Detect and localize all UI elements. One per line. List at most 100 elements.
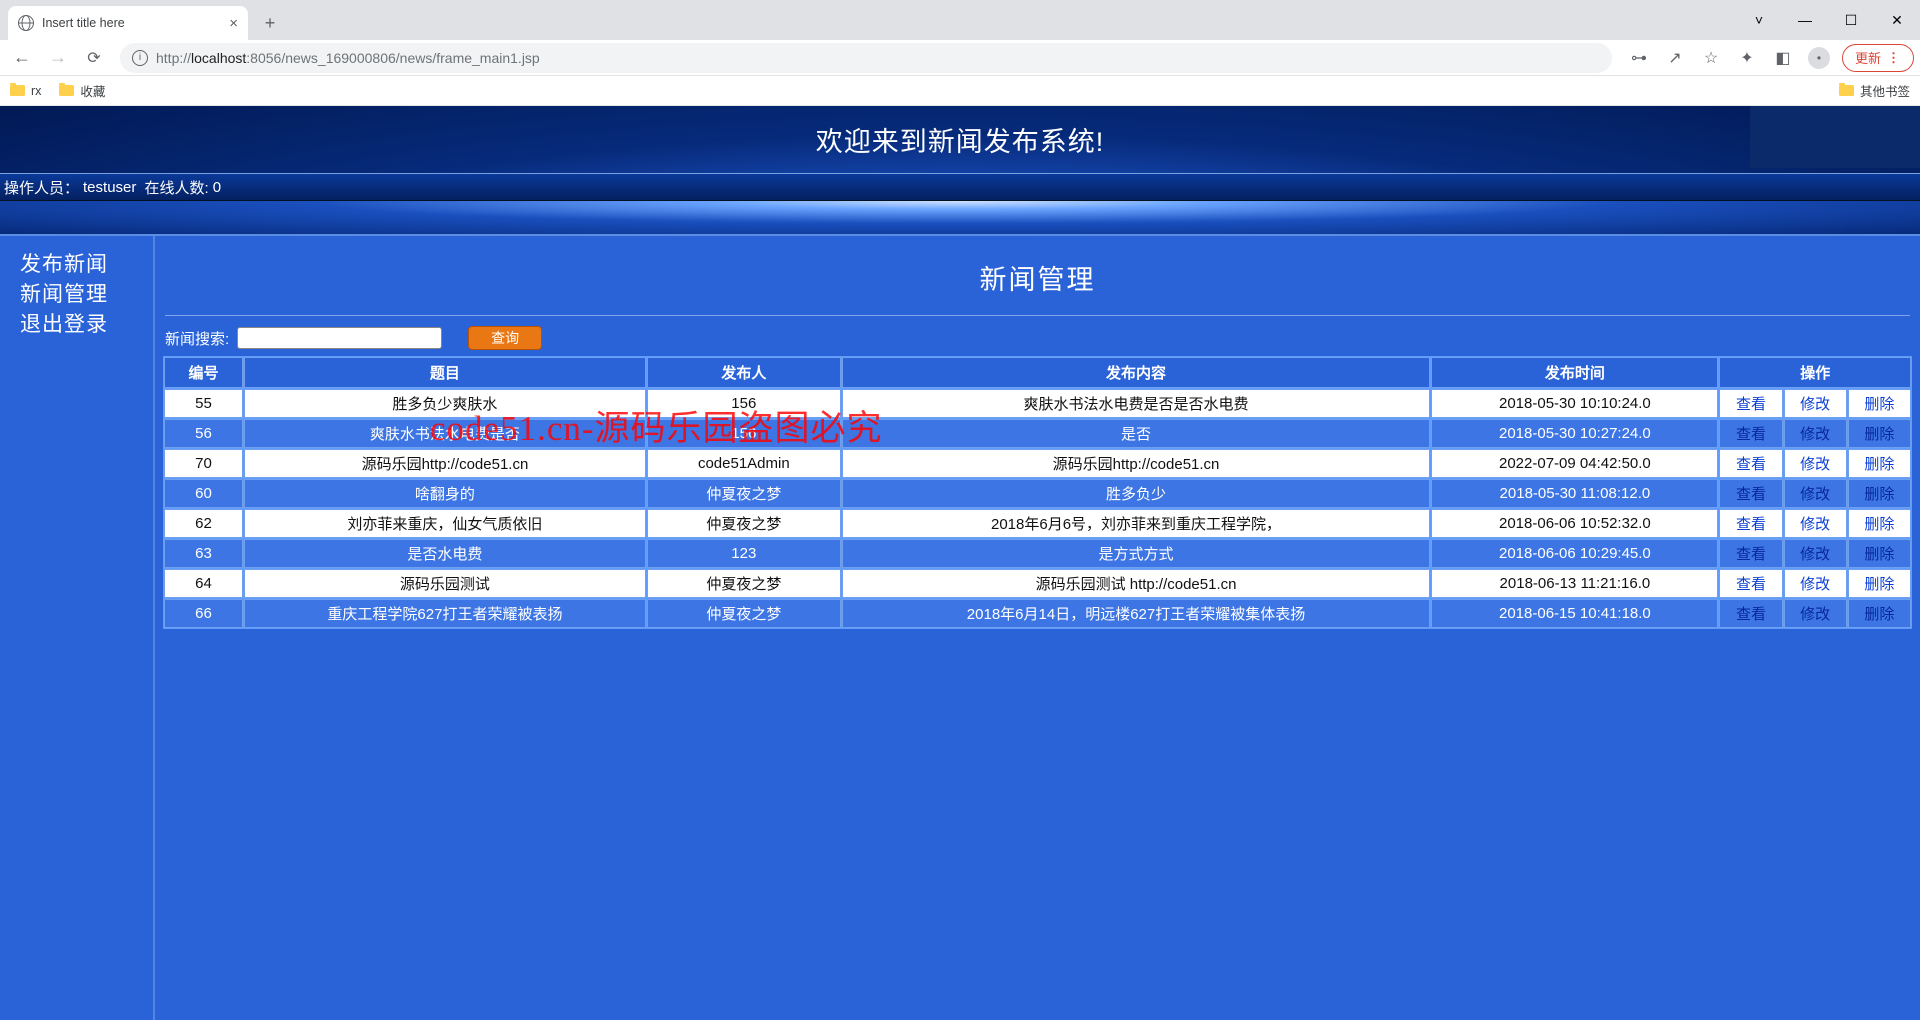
browser-toolbar: ← → ⟳ i http://localhost:8056/news_16900… [0,40,1920,76]
delete-link[interactable]: 删除 [1862,486,1896,503]
browser-update-button[interactable]: 更新 ⋮ [1842,44,1914,72]
view-link[interactable]: 查看 [1734,486,1768,503]
reload-button[interactable]: ⟳ [78,43,110,73]
tab-title: Insert title here [42,16,221,30]
col-id: 编号 [164,357,243,388]
col-time: 发布时间 [1431,357,1718,388]
profile-avatar[interactable]: • [1802,43,1836,73]
cell-action: 修改 [1784,509,1847,538]
cell-content: 2018年6月6号，刘亦菲来到重庆工程学院， [842,509,1431,538]
cell-author: 仲夏夜之梦 [647,569,841,598]
edit-link[interactable]: 修改 [1798,396,1832,413]
banner: 欢迎来到新闻发布系统! 操作人员： testuser 在线人数:0 [0,106,1920,236]
edit-link[interactable]: 修改 [1798,606,1832,623]
password-key-icon[interactable]: ⊶ [1622,43,1656,73]
delete-link[interactable]: 删除 [1862,456,1896,473]
search-input[interactable] [237,327,442,349]
bookmarks-bar: rx 收藏 其他书签 [0,76,1920,106]
banner-glow [0,201,1920,236]
cell-content: 2018年6月14日，明远楼627打王者荣耀被集体表扬 [842,599,1431,628]
delete-link[interactable]: 删除 [1862,576,1896,593]
cell-id: 62 [164,509,243,538]
share-icon[interactable]: ↗ [1658,43,1692,73]
search-label: 新闻搜索: [165,328,229,349]
bookmark-folder-other[interactable]: 其他书签 [1839,81,1910,100]
bookmark-folder-rx[interactable]: rx [10,84,41,98]
edit-link[interactable]: 修改 [1798,486,1832,503]
delete-link[interactable]: 删除 [1862,516,1896,533]
minimize-icon[interactable]: ― [1782,0,1828,40]
banner-title: 欢迎来到新闻发布系统! [0,106,1920,173]
url-text: http://localhost:8056/news_169000806/new… [156,50,540,66]
maximize-icon[interactable]: ☐ [1828,0,1874,40]
view-link[interactable]: 查看 [1734,396,1768,413]
site-info-icon[interactable]: i [132,50,148,66]
window-controls: ˅ ― ☐ ✕ [1736,0,1920,40]
cell-action: 修改 [1784,479,1847,508]
edit-link[interactable]: 修改 [1798,426,1832,443]
view-link[interactable]: 查看 [1734,576,1768,593]
page: 欢迎来到新闻发布系统! 操作人员： testuser 在线人数:0 发布新闻 新… [0,106,1920,1020]
cell-action: 修改 [1784,569,1847,598]
online-value: 0 [213,179,221,196]
view-link[interactable]: 查看 [1734,426,1768,443]
cell-action: 删除 [1848,539,1911,568]
view-link[interactable]: 查看 [1734,606,1768,623]
page-title: 新闻管理 [155,258,1920,297]
cell-title: 重庆工程学院627打王者荣耀被表扬 [244,599,646,628]
close-window-icon[interactable]: ✕ [1874,0,1920,40]
cell-content: 源码乐园测试 http://code51.cn [842,569,1431,598]
sidebar: 发布新闻 新闻管理 退出登录 [0,236,155,1020]
edit-link[interactable]: 修改 [1798,546,1832,563]
bookmark-folder-fav[interactable]: 收藏 [59,81,105,100]
cell-time: 2018-05-30 11:08:12.0 [1431,479,1718,508]
browser-tab[interactable]: Insert title here × [8,6,248,40]
delete-link[interactable]: 删除 [1862,396,1896,413]
extensions-icon[interactable]: ✦ [1730,43,1764,73]
view-link[interactable]: 查看 [1734,516,1768,533]
side-panel-icon[interactable]: ◧ [1766,43,1800,73]
cell-action: 查看 [1719,569,1782,598]
bookmark-star-icon[interactable]: ☆ [1694,43,1728,73]
cell-action: 修改 [1784,599,1847,628]
table-row: 56爽肤水书法水电费是否156是否2018-05-30 10:27:24.0查看… [164,419,1911,448]
delete-link[interactable]: 删除 [1862,426,1896,443]
close-icon[interactable]: × [229,15,238,32]
cell-id: 55 [164,389,243,418]
cell-action: 查看 [1719,419,1782,448]
delete-link[interactable]: 删除 [1862,606,1896,623]
sidebar-item-logout[interactable]: 退出登录 [20,310,153,340]
col-actions: 操作 [1719,357,1911,388]
cell-author: 仲夏夜之梦 [647,479,841,508]
folder-icon [1839,85,1854,96]
cell-action: 修改 [1784,389,1847,418]
chevron-down-icon[interactable]: ˅ [1736,0,1782,40]
sidebar-item-publish[interactable]: 发布新闻 [20,250,153,280]
cell-time: 2018-06-15 10:41:18.0 [1431,599,1718,628]
online-label: 在线人数: [145,177,209,198]
delete-link[interactable]: 删除 [1862,546,1896,563]
edit-link[interactable]: 修改 [1798,516,1832,533]
cell-id: 56 [164,419,243,448]
sidebar-item-manage[interactable]: 新闻管理 [20,280,153,310]
cell-author: 123 [647,539,841,568]
view-link[interactable]: 查看 [1734,456,1768,473]
cell-author: 156 [647,389,841,418]
cell-action: 查看 [1719,389,1782,418]
view-link[interactable]: 查看 [1734,546,1768,563]
new-tab-button[interactable]: + [256,9,284,37]
cell-action: 查看 [1719,599,1782,628]
address-bar[interactable]: i http://localhost:8056/news_169000806/n… [120,43,1612,73]
table-header-row: 编号 题目 发布人 发布内容 发布时间 操作 [164,357,1911,388]
cell-content: 胜多负少 [842,479,1431,508]
cell-author: 仲夏夜之梦 [647,599,841,628]
banner-right-block [1750,106,1920,168]
back-button[interactable]: ← [6,43,38,73]
edit-link[interactable]: 修改 [1798,456,1832,473]
cell-action: 删除 [1848,419,1911,448]
edit-link[interactable]: 修改 [1798,576,1832,593]
col-content: 发布内容 [842,357,1431,388]
cell-time: 2022-07-09 04:42:50.0 [1431,449,1718,478]
search-button[interactable]: 查询 [468,326,542,350]
cell-author: code51Admin [647,449,841,478]
